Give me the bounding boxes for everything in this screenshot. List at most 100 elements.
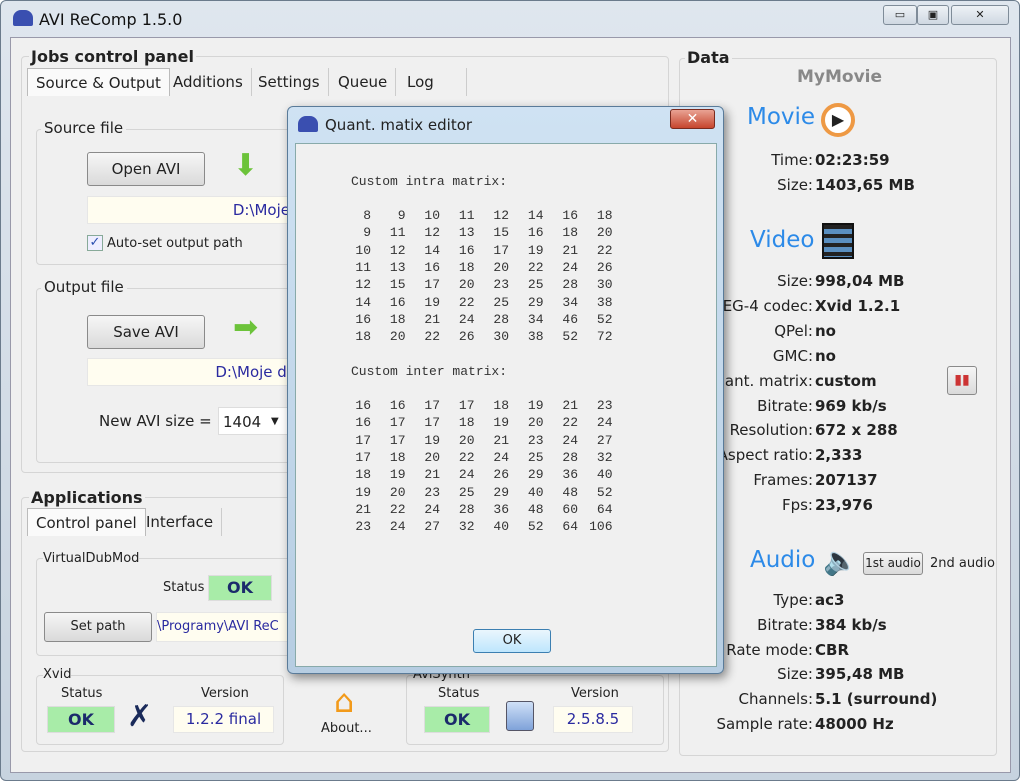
intra-matrix-cell: 12 — [424, 225, 440, 241]
inter-matrix-cell: 25 — [527, 449, 544, 465]
info-label: Bitrate: — [757, 615, 813, 634]
intra-matrix-cell: 11 — [389, 225, 406, 241]
inter-matrix-cell: 24 — [596, 415, 613, 431]
tab-control-panel[interactable]: Control panel — [27, 508, 146, 536]
output-path-field[interactable]: D:\Moje da — [87, 358, 297, 386]
arrow-down-icon: ⬇ — [233, 148, 259, 183]
inter-matrix-cell: 19 — [424, 432, 440, 448]
vdm-status-label: Status — [163, 580, 205, 595]
inter-matrix-cell: 22 — [562, 415, 578, 431]
tab-source-output[interactable]: Source & Output — [27, 68, 170, 96]
inter-matrix-cell: 18 — [389, 449, 406, 465]
audio-info-row: Channels: 5.1 (surround) — [691, 690, 991, 712]
intra-matrix-cell: 24 — [458, 311, 475, 327]
intra-matrix-cell: 28 — [562, 277, 578, 293]
inter-matrix-cell: 22 — [389, 501, 406, 517]
inter-matrix-cell: 22 — [458, 449, 475, 465]
about-house-icon[interactable]: ⌂ — [323, 683, 365, 719]
inter-matrix-cell: 17 — [424, 415, 440, 431]
tab-interface[interactable]: Interface — [138, 508, 223, 536]
intra-matrix-cell: 15 — [389, 277, 406, 293]
inter-matrix-cell: 17 — [389, 415, 406, 431]
info-label: Size: — [777, 665, 813, 684]
inter-matrix-cell: 20 — [458, 432, 475, 448]
inter-matrix-cell: 16 — [389, 398, 406, 413]
dialog-ok-button[interactable]: OK — [473, 629, 551, 653]
source-file-title: Source file — [41, 119, 127, 137]
dialog-close-button[interactable]: ✕ — [670, 109, 715, 129]
vdm-path-field[interactable]: \Programy\AVI ReC — [156, 612, 296, 642]
inter-matrix-cell: 48 — [527, 501, 544, 517]
minimize-button[interactable]: ▭ — [883, 5, 917, 25]
inter-matrix-cell: 18 — [355, 467, 371, 483]
info-value: 998,04 MB — [815, 272, 905, 290]
tab-queue[interactable]: Queue — [330, 68, 397, 96]
video-section-title: Video — [750, 227, 815, 253]
intra-matrix-cell: 52 — [562, 329, 578, 345]
intra-matrix-cell: 34 — [562, 294, 578, 310]
intra-matrix-cell: 25 — [527, 277, 544, 293]
intra-matrix-cell: 15 — [493, 225, 509, 241]
tab-settings[interactable]: Settings — [250, 68, 329, 96]
intra-matrix-cell: 10 — [355, 242, 371, 258]
inter-matrix-cell: 17 — [389, 432, 406, 448]
intra-matrix-cell: 14 — [527, 208, 544, 223]
new-size-value: 1404 — [223, 413, 262, 431]
inter-matrix-cell: 19 — [527, 398, 544, 413]
intra-matrix-cell: 16 — [458, 242, 475, 258]
vdm-status-badge: OK — [208, 575, 272, 601]
save-avi-button[interactable]: Save AVI — [87, 315, 205, 349]
info-value: 384 kb/s — [815, 615, 887, 634]
play-icon: ▶ — [821, 103, 855, 137]
film-icon — [822, 223, 854, 259]
inter-matrix-cell: 18 — [458, 415, 475, 431]
intra-matrix-cell: 10 — [424, 208, 440, 223]
intra-matrix-cell: 26 — [458, 329, 475, 345]
intra-matrix-cell: 16 — [527, 225, 544, 241]
inter-matrix-cell: 19 — [493, 415, 509, 431]
inter-matrix-cell: 32 — [458, 519, 475, 535]
audio-track-1-button[interactable]: 1st audio — [863, 552, 923, 575]
maximize-button[interactable]: ▣ — [917, 5, 949, 25]
intra-matrix-cell: 12 — [389, 242, 406, 258]
inter-matrix-cell: 40 — [527, 484, 544, 500]
intra-matrix-cell: 30 — [493, 329, 509, 345]
intra-matrix-cell: 11 — [458, 208, 475, 223]
inter-matrix-cell: 29 — [493, 484, 509, 500]
inter-matrix-cell: 27 — [596, 432, 613, 448]
intra-matrix-cell: 24 — [562, 259, 578, 275]
inter-matrix-cell: 20 — [424, 449, 440, 465]
intra-matrix-cell: 22 — [596, 242, 613, 258]
inter-matrix-cell: 52 — [527, 519, 544, 535]
tab-log[interactable]: Log — [399, 68, 467, 96]
intra-matrix-cell: 30 — [596, 277, 613, 293]
avisynth-version-value: 2.5.8.5 — [553, 706, 633, 733]
inter-matrix-cell: 19 — [355, 484, 371, 500]
avisynth-logo-icon — [506, 701, 534, 731]
source-path-field[interactable]: D:\Moje — [87, 196, 297, 224]
inter-matrix-cell: 40 — [493, 519, 509, 535]
intra-matrix-cell: 17 — [493, 242, 509, 258]
about-button[interactable]: About... — [321, 721, 372, 736]
new-size-select[interactable]: 1404 ▼ — [218, 407, 288, 435]
close-button[interactable]: ✕ — [951, 5, 1009, 25]
inter-matrix-cell: 24 — [562, 432, 578, 448]
inter-matrix-cell: 18 — [493, 398, 509, 413]
xvid-version-label: Version — [201, 686, 249, 701]
quant-matrix-chart-button[interactable]: ▮▮ — [947, 366, 977, 395]
audio-track-2-button[interactable]: 2nd audio — [930, 556, 995, 571]
info-label: Time: — [771, 151, 813, 169]
movie-info-row: Time: 02:23:59 — [691, 151, 991, 173]
avisynth-status-label: Status — [438, 686, 480, 701]
xvid-status-badge: OK — [47, 706, 115, 733]
info-label: Fps: — [781, 496, 813, 515]
intra-matrix-cell: 20 — [596, 225, 613, 241]
inter-matrix-cell: 26 — [493, 467, 509, 483]
info-label: Resolution: — [729, 421, 813, 440]
tab-additions[interactable]: Additions — [165, 68, 252, 96]
open-avi-button[interactable]: Open AVI — [87, 152, 205, 186]
info-label: Type: — [773, 591, 813, 609]
info-value: 5.1 (surround) — [815, 690, 938, 709]
autoset-checkbox[interactable]: ✓ — [87, 235, 103, 251]
set-path-button[interactable]: Set path — [44, 612, 152, 642]
